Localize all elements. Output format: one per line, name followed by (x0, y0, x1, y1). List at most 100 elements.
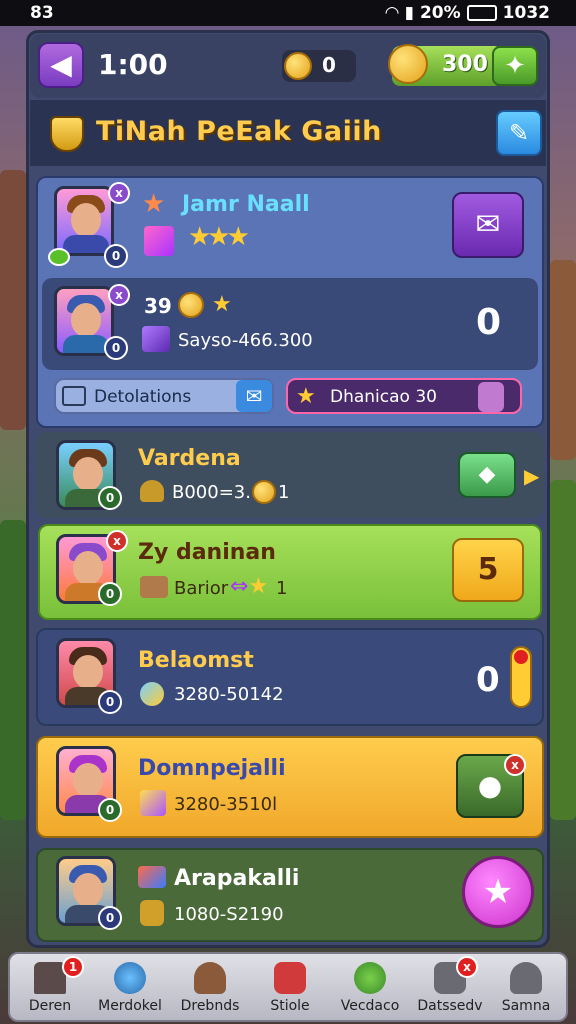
page-title: TiNah PeEak Gaiih (96, 116, 382, 147)
row-action-button[interactable]: 5 (452, 538, 524, 602)
nav-label: Merdokel (98, 998, 162, 1014)
gold-count: 300 (442, 52, 488, 77)
arrow-icon (140, 790, 166, 816)
secondary-remove-badge[interactable]: x (108, 284, 130, 306)
nav-label: Drebnds (180, 998, 240, 1014)
row-level-badge: 0 (98, 582, 122, 606)
row-star-button[interactable]: ★ (462, 856, 534, 928)
featured-action-button[interactable]: ✉ (452, 192, 524, 258)
row-name: Belaomst (138, 648, 254, 673)
row-name: Zy daninan (138, 540, 276, 565)
gem-icon: ◆ (478, 462, 496, 487)
row-stat: Barior (174, 578, 229, 599)
star-icon: ★ (212, 292, 232, 317)
row-stat-suffix: 1 (278, 482, 290, 503)
coin-count: 0 (322, 53, 336, 77)
tab-dhanicao[interactable]: ★ Dhanicao 30 (286, 378, 522, 414)
shop-icon (274, 962, 306, 994)
helmet-icon (140, 480, 164, 502)
background-building-right (550, 260, 576, 460)
row-level-badge: 0 (98, 798, 122, 822)
back-arrow-icon: ◀ (50, 48, 72, 81)
purple-cube-icon (142, 326, 170, 352)
nav-item-vecdaco[interactable]: Vecdaco (330, 954, 410, 1020)
arrows-star-icon: ⇔★ (230, 574, 269, 599)
trophy-icon: ★ (296, 384, 316, 409)
profile-icon (510, 962, 542, 994)
status-right: ◠ ▮ 20% 1032 (386, 3, 550, 23)
nav-item-deren[interactable]: 1 Deren (10, 954, 90, 1020)
nav-label: Samna (501, 998, 551, 1014)
joystick-icon (194, 962, 226, 994)
coin-stack-icon (178, 292, 204, 318)
row-remove-badge[interactable]: x (106, 530, 128, 552)
wifi-icon: ◠ (385, 3, 399, 23)
status-bar: 83 ◠ ▮ 20% 1032 (0, 0, 576, 26)
clock-text: 1032 (502, 3, 550, 23)
row-score: 0 (476, 660, 500, 700)
timer-text: 1:00 (98, 48, 168, 81)
bottom-nav: 1 Deren Merdokel Drebnds Stiole Vecdaco … (8, 952, 568, 1022)
nav-item-merdokel[interactable]: Merdokel (90, 954, 170, 1020)
gold-counter: 300 (388, 44, 502, 86)
edit-button[interactable]: ✎ (496, 110, 542, 156)
nav-label: Vecdaco (340, 998, 400, 1014)
featured-remove-badge[interactable]: x (108, 182, 130, 204)
ticket-icon (138, 866, 166, 888)
nav-badge: x (456, 956, 478, 978)
row-stat-suffix: 1 (276, 578, 288, 599)
list-icon (62, 386, 86, 406)
green-leaf-icon (48, 248, 70, 266)
tab-detolations[interactable]: Detolations ✉ (54, 378, 274, 414)
nav-label: Datssedv (417, 998, 483, 1014)
row-name: Arapakalli (174, 866, 300, 891)
add-gold-button[interactable]: ✦ (492, 46, 538, 86)
star-plus-icon: ✦ (504, 51, 526, 81)
gold-coin-icon (388, 44, 428, 84)
feather-icon (140, 682, 164, 706)
row-remove-badge[interactable]: x (504, 754, 526, 776)
coin-counter: 0 (282, 50, 356, 82)
secondary-score: 0 (476, 302, 502, 343)
row-level-badge: 0 (98, 690, 122, 714)
nav-item-datssedv[interactable]: x Datssedv (410, 954, 490, 1020)
row-stat: 3280-3510l (174, 794, 278, 815)
rainbow-star-icon: ★ (142, 189, 166, 219)
character-icon (478, 382, 504, 412)
row-level-badge: 0 (98, 906, 122, 930)
mailbox-icon: ✉ (475, 207, 501, 242)
row-name: Domnpejalli (138, 756, 286, 781)
gold-stars-icon: ★★★ (188, 222, 250, 252)
row-name: Vardena (138, 446, 241, 471)
toggle-knob (514, 650, 528, 664)
row-action-button[interactable]: ◆ (458, 452, 516, 498)
status-left-text: 83 (30, 3, 54, 23)
star-icon: ★ (482, 872, 514, 912)
featured-name: Jamr Naall (182, 192, 310, 217)
tab-dhanicao-label: Dhanicao 30 (330, 387, 437, 407)
nav-item-drebnds[interactable]: Drebnds (170, 954, 250, 1020)
battery-text: 20% (419, 3, 461, 23)
chest-icon (140, 576, 168, 598)
nav-item-stiole[interactable]: Stiole (250, 954, 330, 1020)
nav-badge: 1 (62, 956, 84, 978)
secondary-value: Sayso-466.300 (178, 330, 313, 351)
shield-icon (50, 116, 84, 152)
toggle-icon[interactable] (510, 646, 532, 708)
nav-label: Stiole (270, 998, 310, 1014)
background-tree-left (0, 520, 26, 820)
mail-icon: ✉ (236, 380, 272, 412)
featured-level-badge: 0 (104, 244, 128, 268)
back-button[interactable]: ◀ (38, 42, 84, 88)
potion-icon: ● (477, 769, 503, 802)
secondary-level-badge: 0 (104, 336, 128, 360)
coin-icon (284, 52, 312, 80)
row-stat: 1080-S2190 (174, 904, 284, 925)
chevron-right-icon[interactable]: ▶ (524, 464, 539, 488)
signal-icon: ▮ (404, 3, 414, 23)
pink-gem-icon (144, 226, 174, 256)
nav-item-samna[interactable]: Samna (486, 954, 566, 1020)
plant-icon (354, 962, 386, 994)
bag-icon (140, 900, 164, 926)
row-stat: 3280-50142 (174, 684, 284, 705)
